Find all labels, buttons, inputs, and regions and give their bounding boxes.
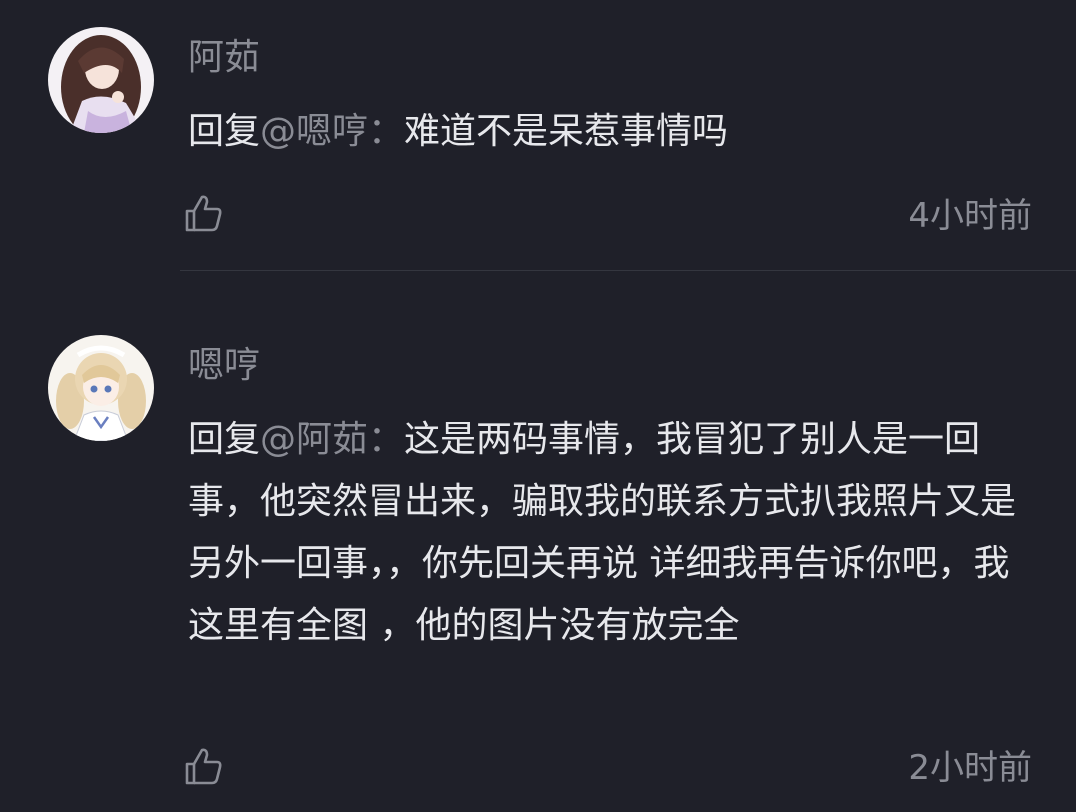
comment-text: 回复@嗯哼：难道不是呆惹事情吗 xyxy=(188,101,1038,163)
comment-timestamp: 2小时前 xyxy=(908,748,1032,788)
like-button[interactable] xyxy=(182,192,226,236)
comment-username[interactable]: 阿茹 xyxy=(188,36,260,80)
comment-timestamp: 4小时前 xyxy=(908,196,1032,236)
user-avatar[interactable] xyxy=(48,335,154,441)
thumbs-up-icon xyxy=(185,748,222,785)
mention-link[interactable]: @嗯哼： xyxy=(260,111,404,152)
like-button[interactable] xyxy=(182,745,226,789)
comment-item: 阿茹 回复@嗯哼：难道不是呆惹事情吗 4小时前 xyxy=(0,0,1076,270)
comment-username[interactable]: 嗯哼 xyxy=(188,344,260,388)
user-avatar[interactable] xyxy=(48,27,154,133)
comment-text: 回复@阿茹：这是两码事情，我冒犯了别人是一回事，他突然冒出来，骗取我的联系方式扒… xyxy=(188,409,1038,657)
avatar-brown-hair-girl-icon xyxy=(48,27,154,133)
reply-prefix: 回复 xyxy=(188,111,261,152)
comment-item: 嗯哼 回复@阿茹：这是两码事情，我冒犯了别人是一回事，他突然冒出来，骗取我的联系… xyxy=(0,271,1076,812)
comment-thread: 阿茹 回复@嗯哼：难道不是呆惹事情吗 4小时前 嗯哼 回复@阿茹：这是两码事情，… xyxy=(0,0,1076,812)
comment-body: 难道不是呆惹事情吗 xyxy=(404,111,729,152)
thumbs-up-icon xyxy=(185,195,222,232)
avatar-blonde-twintail-girl-icon xyxy=(48,335,154,441)
reply-prefix: 回复 xyxy=(188,419,261,460)
mention-link[interactable]: @阿茹： xyxy=(260,419,404,460)
